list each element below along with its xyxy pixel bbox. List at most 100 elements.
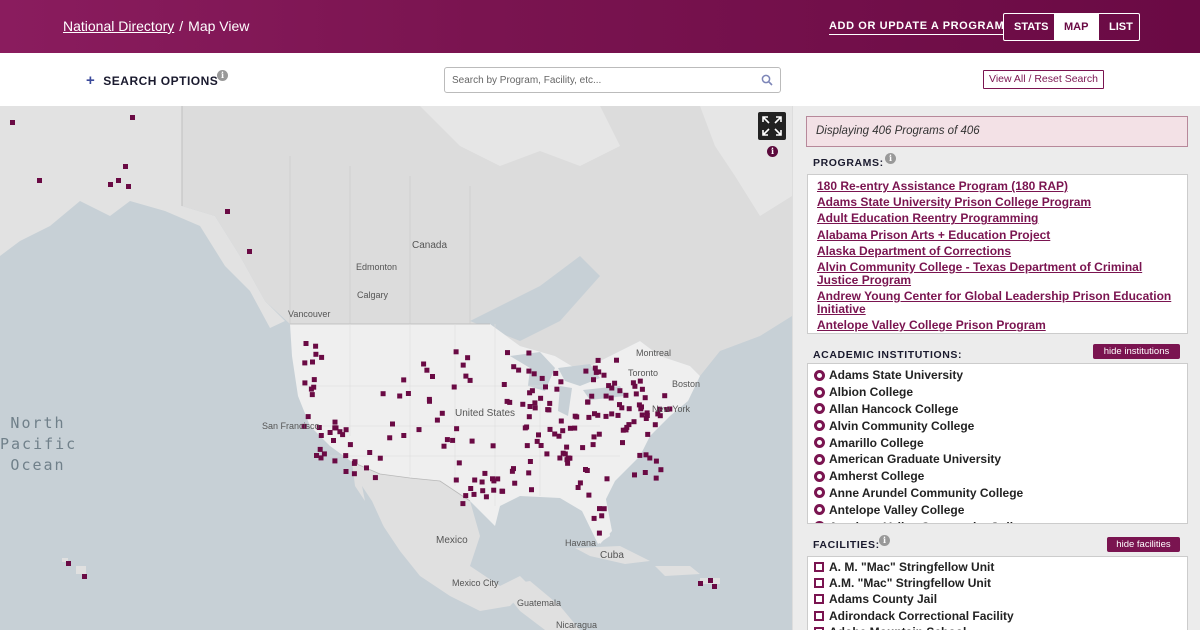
program-map-marker[interactable] <box>596 530 602 536</box>
program-map-marker[interactable] <box>612 380 618 386</box>
program-map-marker[interactable] <box>637 452 643 458</box>
program-map-marker[interactable] <box>586 492 592 498</box>
program-map-marker[interactable] <box>321 451 327 457</box>
program-map-marker[interactable] <box>434 417 440 423</box>
program-map-marker[interactable] <box>620 440 625 446</box>
program-map-marker[interactable] <box>444 437 450 443</box>
program-map-marker[interactable] <box>310 359 315 365</box>
program-map-marker[interactable] <box>123 164 128 169</box>
program-map-marker[interactable] <box>580 445 586 451</box>
program-map-marker[interactable] <box>511 364 517 370</box>
program-map-marker[interactable] <box>491 487 497 493</box>
program-map-marker[interactable] <box>575 485 581 490</box>
program-map-marker[interactable] <box>10 120 15 125</box>
program-link[interactable]: Alabama Prison Arts + Education Project <box>808 228 1187 242</box>
program-map-marker[interactable] <box>343 469 349 474</box>
program-map-marker[interactable] <box>565 455 571 461</box>
fullscreen-button[interactable] <box>758 112 786 140</box>
search-options-info-icon[interactable]: i <box>217 70 228 81</box>
program-map-marker[interactable] <box>554 386 560 392</box>
program-map-marker[interactable] <box>529 487 534 493</box>
program-map-marker[interactable] <box>482 470 488 476</box>
program-markers-layer[interactable] <box>0 106 792 630</box>
program-map-marker[interactable] <box>552 431 558 437</box>
program-map-marker[interactable] <box>456 460 462 466</box>
program-map-marker[interactable] <box>450 437 456 443</box>
program-map-marker[interactable] <box>595 357 601 363</box>
program-map-marker[interactable] <box>532 400 538 406</box>
program-map-marker[interactable] <box>66 561 71 566</box>
programs-info-icon[interactable]: i <box>885 153 896 164</box>
program-map-marker[interactable] <box>560 428 566 434</box>
program-map-marker[interactable] <box>606 383 612 389</box>
program-map-marker[interactable] <box>547 400 553 406</box>
programs-list[interactable]: 180 Re-entry Assistance Program (180 RAP… <box>807 174 1188 334</box>
program-map-marker[interactable] <box>712 584 717 589</box>
program-map-marker[interactable] <box>653 458 659 464</box>
program-map-marker[interactable] <box>480 488 486 494</box>
program-map-marker[interactable] <box>351 471 357 477</box>
program-map-marker[interactable] <box>632 383 638 389</box>
program-map-marker[interactable] <box>590 442 596 448</box>
program-map-marker[interactable] <box>645 431 651 437</box>
program-map-marker[interactable] <box>463 373 469 379</box>
program-map-marker[interactable] <box>565 460 571 466</box>
program-map-marker[interactable] <box>572 425 578 431</box>
program-map-marker[interactable] <box>465 355 471 361</box>
program-map-marker[interactable] <box>343 453 349 459</box>
facility-item[interactable]: Adobe Mountain School <box>808 624 1187 630</box>
program-map-marker[interactable] <box>577 480 583 486</box>
program-map-marker[interactable] <box>313 351 319 357</box>
program-map-marker[interactable] <box>387 435 393 441</box>
tab-list[interactable]: LIST <box>1098 14 1139 40</box>
program-map-marker[interactable] <box>401 377 407 383</box>
program-map-marker[interactable] <box>531 371 537 377</box>
program-map-marker[interactable] <box>538 395 544 401</box>
program-map-marker[interactable] <box>615 412 621 418</box>
program-map-marker[interactable] <box>332 458 338 464</box>
program-map-marker[interactable] <box>603 413 609 419</box>
program-map-marker[interactable] <box>608 395 614 401</box>
program-map-marker[interactable] <box>536 432 541 438</box>
hide-institutions-button[interactable]: hide institutions <box>1093 344 1180 359</box>
view-all-reset-button[interactable]: View All / Reset Search <box>983 70 1104 89</box>
program-map-marker[interactable] <box>460 501 466 507</box>
program-map-marker[interactable] <box>453 349 459 355</box>
program-map-marker[interactable] <box>439 410 445 416</box>
program-map-marker[interactable] <box>558 379 564 385</box>
program-map-marker[interactable] <box>424 367 430 373</box>
program-map-marker[interactable] <box>564 444 570 450</box>
program-map-marker[interactable] <box>658 467 664 473</box>
program-map-marker[interactable] <box>364 465 369 471</box>
program-link[interactable]: Adams State University Prison College Pr… <box>808 196 1187 209</box>
program-map-marker[interactable] <box>524 443 530 449</box>
program-map-marker[interactable] <box>653 475 659 481</box>
program-map-marker[interactable] <box>527 459 533 464</box>
program-map-marker[interactable] <box>430 374 435 379</box>
program-map-marker[interactable] <box>547 426 553 432</box>
program-map-marker[interactable] <box>401 433 407 438</box>
program-link[interactable]: Adult Education Reentry Programming <box>808 212 1187 225</box>
program-map-marker[interactable] <box>311 377 317 383</box>
institution-item[interactable]: Antelope Valley College <box>808 501 1187 518</box>
program-map-marker[interactable] <box>317 446 323 452</box>
program-map-marker[interactable] <box>500 488 506 494</box>
program-map-marker[interactable] <box>397 393 403 399</box>
program-map-marker[interactable] <box>632 472 637 478</box>
program-map-marker[interactable] <box>589 393 595 399</box>
program-map-marker[interactable] <box>631 419 637 425</box>
program-map-marker[interactable] <box>626 406 632 412</box>
program-map-marker[interactable] <box>544 451 550 457</box>
program-map-marker[interactable] <box>454 426 460 432</box>
program-map-marker[interactable] <box>591 515 597 521</box>
program-map-marker[interactable] <box>108 182 113 187</box>
program-map-marker[interactable] <box>698 581 703 586</box>
program-map-marker[interactable] <box>427 398 432 404</box>
program-map-marker[interactable] <box>553 370 559 376</box>
program-map-marker[interactable] <box>225 209 230 214</box>
program-map-marker[interactable] <box>623 392 629 398</box>
program-map-marker[interactable] <box>501 382 507 387</box>
institution-item[interactable]: Albion College <box>808 384 1187 401</box>
program-map-marker[interactable] <box>597 506 602 512</box>
program-map-marker[interactable] <box>247 249 252 254</box>
